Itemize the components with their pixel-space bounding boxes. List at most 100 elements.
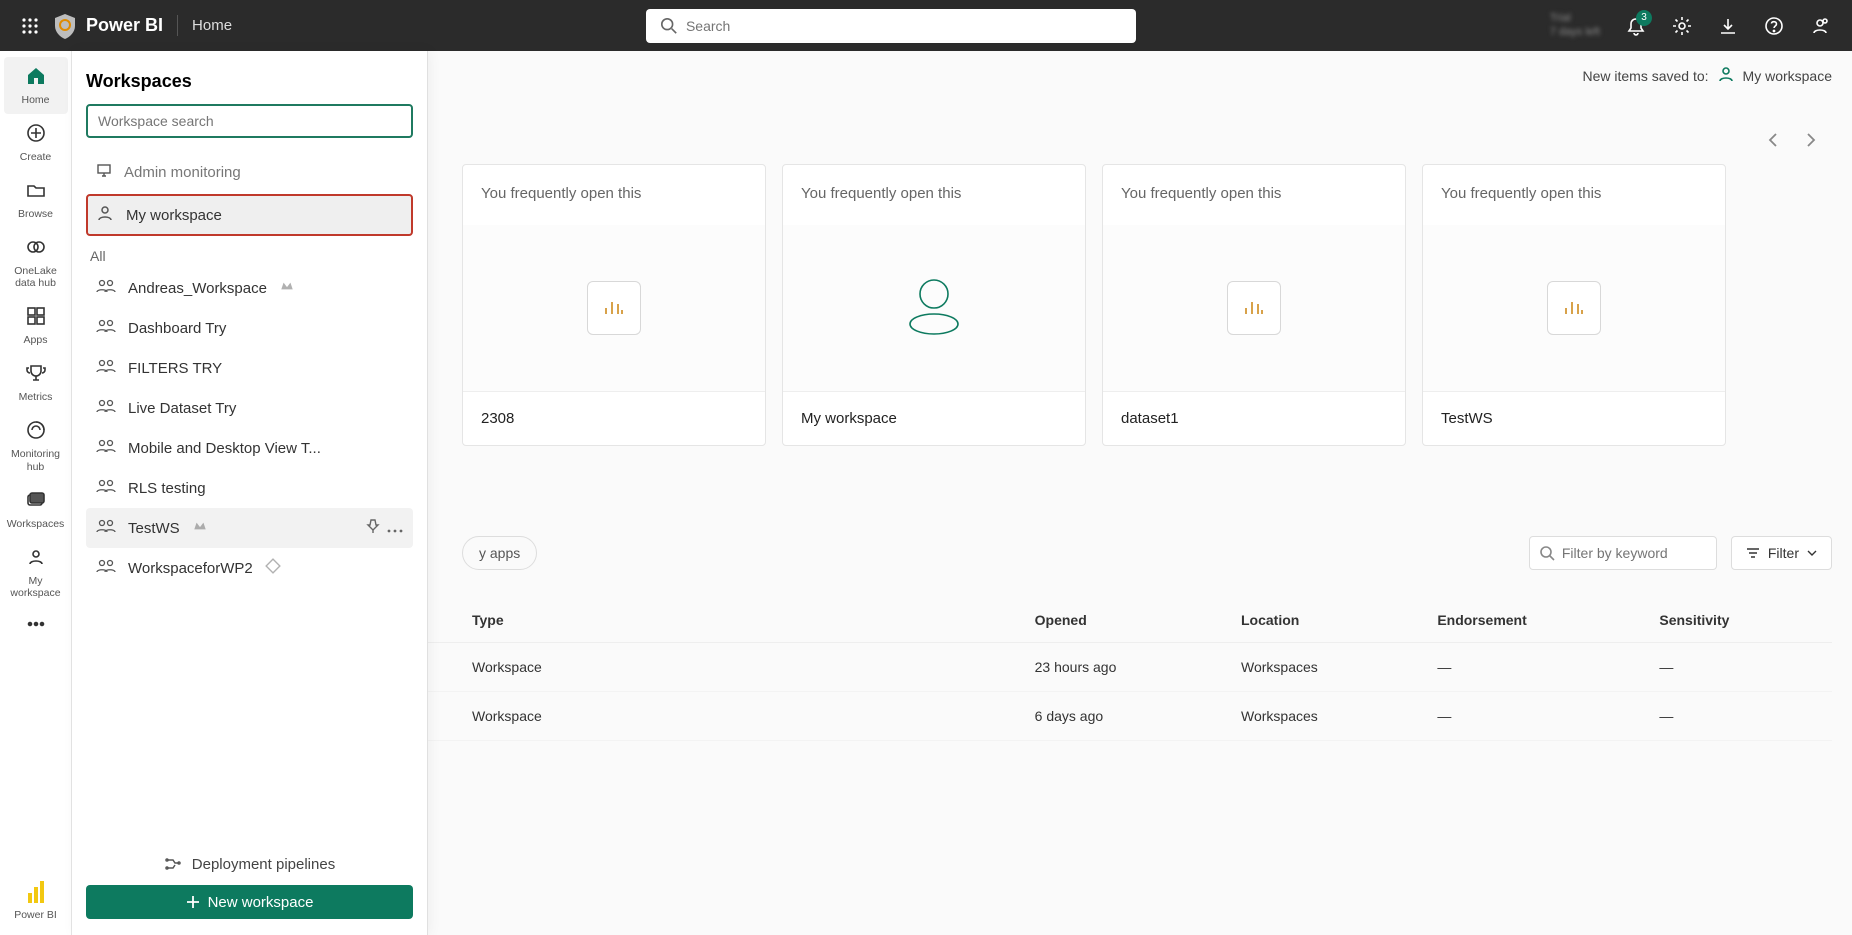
workspaces-flyout: Workspaces Admin monitoring My workspace… [72, 51, 428, 935]
rail-my-workspace[interactable]: My workspace [4, 538, 68, 607]
workspace-item[interactable]: Live Dataset Try [86, 388, 413, 428]
report-icon [1547, 281, 1601, 335]
account-button[interactable] [1800, 6, 1840, 46]
rail-home[interactable]: Home [4, 57, 68, 114]
breadcrumb[interactable]: Home [178, 17, 232, 34]
col-opened[interactable]: Opened [1025, 598, 1231, 643]
carousel-next[interactable] [1796, 126, 1824, 154]
new-workspace-label: New workspace [208, 894, 314, 911]
powerbi-icon [26, 881, 46, 905]
person-icon [96, 204, 114, 226]
group-icon [96, 438, 116, 458]
trial-line-1: Trial [1550, 12, 1600, 25]
saved-to-target[interactable]: My workspace [1743, 68, 1832, 84]
cell-sensitivity: — [1649, 643, 1832, 692]
group-icon [96, 518, 116, 538]
workspace-item-label: FILTERS TRY [128, 360, 222, 377]
rail-create[interactable]: Create [4, 114, 68, 171]
notification-badge: 3 [1636, 10, 1652, 26]
rail-browse-label: Browse [18, 208, 53, 220]
workspace-item[interactable]: TestWS [86, 508, 413, 548]
workspace-item[interactable]: Andreas_Workspace [86, 268, 413, 308]
filter-button[interactable]: Filter [1731, 536, 1832, 570]
shield-icon [52, 12, 78, 40]
my-workspace-row[interactable]: My workspace [86, 194, 413, 236]
card-title: My workspace [783, 391, 1085, 445]
chevron-down-icon [1807, 548, 1817, 558]
rail-more[interactable] [4, 607, 68, 641]
notifications-button[interactable]: 3 [1616, 6, 1656, 46]
card-art [463, 225, 765, 391]
settings-button[interactable] [1662, 6, 1702, 46]
filter-keyword-input[interactable] [1529, 536, 1717, 570]
col-location[interactable]: Location [1231, 598, 1427, 643]
carousel-prev[interactable] [1760, 126, 1788, 154]
workspace-search-input[interactable] [86, 104, 413, 138]
cell-opened: 6 days ago [1025, 692, 1231, 741]
card-art [1423, 225, 1725, 391]
admin-monitoring-row[interactable]: Admin monitoring [86, 152, 413, 192]
freq-label: You frequently open this [463, 165, 765, 225]
rail-monitoring[interactable]: Monitoring hub [4, 411, 68, 480]
filter-button-label: Filter [1768, 545, 1799, 561]
card-title: dataset1 [1103, 391, 1405, 445]
workspace-item[interactable]: Mobile and Desktop View T... [86, 428, 413, 468]
freq-card[interactable]: You frequently open this 2308 [462, 164, 766, 446]
home-icon [25, 65, 47, 92]
new-workspace-button[interactable]: New workspace [86, 885, 413, 919]
cell-location: Workspaces [1231, 692, 1427, 741]
my-workspace-label: My workspace [126, 207, 222, 224]
col-sensitivity[interactable]: Sensitivity [1649, 598, 1832, 643]
global-search [646, 9, 1136, 43]
freq-card[interactable]: You frequently open this My workspace [782, 164, 1086, 446]
admin-monitoring-label: Admin monitoring [124, 164, 241, 181]
freq-card[interactable]: You frequently open this TestWS [1422, 164, 1726, 446]
workspace-item[interactable]: FILTERS TRY [86, 348, 413, 388]
group-icon [96, 558, 116, 578]
flyout-title: Workspaces [86, 71, 413, 92]
trophy-icon [25, 362, 47, 389]
pin-icon[interactable] [365, 518, 381, 538]
freq-card[interactable]: You frequently open this dataset1 [1102, 164, 1406, 446]
rail-powerbi-logo[interactable]: Power BI [4, 871, 68, 935]
brand-label: Power BI [86, 15, 178, 36]
left-rail: Home Create Browse OneLake data hub Apps… [0, 51, 72, 935]
workspace-item[interactable]: WorkspaceforWP2 [86, 548, 413, 588]
workspace-item[interactable]: Dashboard Try [86, 308, 413, 348]
freq-label: You frequently open this [783, 165, 1085, 225]
cell-sensitivity: — [1649, 692, 1832, 741]
rail-apps[interactable]: Apps [4, 297, 68, 354]
saved-to-label: New items saved to: [1582, 68, 1708, 84]
onelake-icon [25, 236, 47, 263]
report-icon [1227, 281, 1281, 335]
cell-endorsement: — [1427, 643, 1649, 692]
rail-onelake[interactable]: OneLake data hub [4, 228, 68, 297]
search-input[interactable] [646, 9, 1136, 43]
help-button[interactable] [1754, 6, 1794, 46]
workspace-item[interactable]: RLS testing [86, 468, 413, 508]
col-endorsement[interactable]: Endorsement [1427, 598, 1649, 643]
more-icon[interactable] [387, 520, 403, 537]
workspaces-icon [25, 489, 47, 516]
group-icon [96, 358, 116, 378]
rail-browse[interactable]: Browse [4, 171, 68, 228]
download-button[interactable] [1708, 6, 1748, 46]
workspace-item-label: Mobile and Desktop View T... [128, 440, 321, 457]
premium-icon [279, 278, 295, 298]
rail-workspaces[interactable]: Workspaces [4, 481, 68, 538]
workspace-item-label: WorkspaceforWP2 [128, 560, 253, 577]
workspace-item-label: Live Dataset Try [128, 400, 236, 417]
pipelines-icon [164, 855, 182, 873]
monitoring-icon [25, 419, 47, 446]
my-apps-chip[interactable]: y apps [462, 536, 537, 570]
rail-metrics[interactable]: Metrics [4, 354, 68, 411]
rail-my-workspace-label: My workspace [10, 575, 60, 599]
folder-icon [25, 179, 47, 206]
topbar: Power BI Home Trial 7 days left 3 [0, 0, 1852, 51]
rail-workspaces-label: Workspaces [7, 518, 65, 530]
deployment-pipelines-row[interactable]: Deployment pipelines [86, 843, 413, 885]
app-launcher-icon[interactable] [12, 8, 48, 44]
rail-create-label: Create [20, 151, 52, 163]
rail-onelake-label: OneLake data hub [14, 265, 57, 289]
card-title: TestWS [1423, 391, 1725, 445]
